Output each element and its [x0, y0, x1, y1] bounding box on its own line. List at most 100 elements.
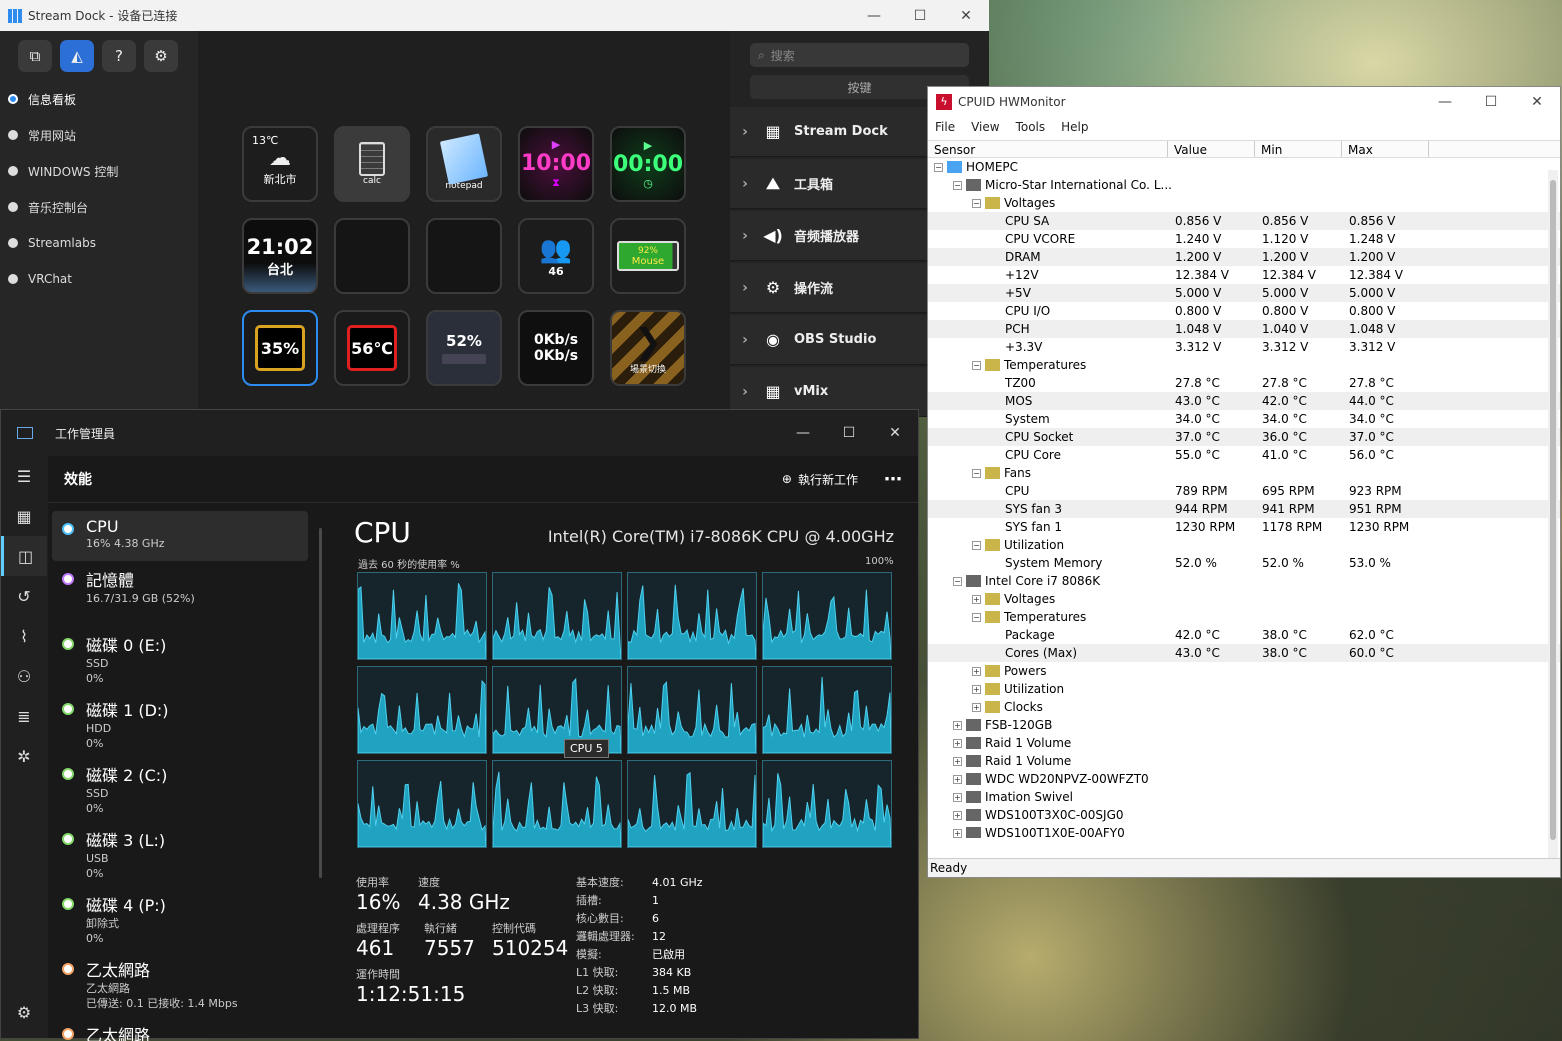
menu-item[interactable]: Tools	[1016, 120, 1046, 134]
expand-icon[interactable]: +	[972, 666, 981, 676]
calc-key[interactable]: calc	[334, 126, 410, 202]
sensor-row[interactable]: SYS fan 1 1230 RPM 1178 RPM 1230 RPM	[928, 518, 1560, 536]
performance-item[interactable]: 記憶體 16.7/31.9 GB (52%)	[52, 561, 308, 626]
performance-item[interactable]: 乙太網路 乙太網路 已傳送: 0.1 已接收: 1.4 Mbps	[52, 951, 308, 1016]
maximize-icon[interactable]: ☐	[897, 8, 943, 24]
sensor-row[interactable]: +3.3V 3.312 V 3.312 V 3.312 V	[928, 338, 1560, 356]
expand-icon[interactable]: +	[953, 810, 962, 820]
col-min[interactable]: Min	[1255, 141, 1342, 157]
col-sensor[interactable]: Sensor	[928, 141, 1168, 157]
timer-green-key[interactable]: ▶ 00:00 ◷	[610, 126, 686, 202]
profile-item[interactable]: Streamlabs	[0, 225, 198, 261]
sensor-row[interactable]: DRAM 1.200 V 1.200 V 1.200 V	[928, 248, 1560, 266]
performance-item[interactable]: 乙太網路乙太網路 3	[52, 1016, 308, 1041]
notepad-key[interactable]: notepad	[426, 126, 502, 202]
maximize-icon[interactable]: ☐	[1468, 94, 1514, 110]
sensor-row[interactable]: MOS 43.0 °C 42.0 °C 44.0 °C	[928, 392, 1560, 410]
device-icon[interactable]: ⧉	[18, 40, 52, 72]
tree-node[interactable]: + WDC WD20NPVZ-00WFZT0	[928, 770, 1560, 788]
discord-key[interactable]: 👥 46	[518, 218, 594, 294]
menu-item[interactable]: View	[971, 120, 999, 134]
timer-pink-key[interactable]: ▶ 10:00 ⧗	[518, 126, 594, 202]
settings-icon[interactable]: ⚙	[144, 40, 178, 72]
close-icon[interactable]: ✕	[943, 8, 989, 24]
close-icon[interactable]: ✕	[872, 425, 918, 441]
processes-icon[interactable]: ▦	[1, 496, 47, 536]
minimize-icon[interactable]: —	[780, 425, 826, 441]
col-value[interactable]: Value	[1168, 141, 1255, 157]
store-icon[interactable]: ◭	[60, 40, 94, 72]
battery-key[interactable]: 92% Mouse	[610, 218, 686, 294]
tree-node[interactable]: − Micro-Star International Co. L...	[928, 176, 1560, 194]
tree-node[interactable]: + Imation Swivel	[928, 788, 1560, 806]
tree-node[interactable]: + Utilization	[928, 680, 1560, 698]
collapse-icon[interactable]: −	[972, 360, 981, 370]
cpu-usage-key[interactable]: 35%	[242, 310, 318, 386]
sensor-row[interactable]: System 34.0 °C 34.0 °C 34.0 °C	[928, 410, 1560, 428]
sensor-row[interactable]: +12V 12.384 V 12.384 V 12.384 V	[928, 266, 1560, 284]
tree-node[interactable]: − Fans	[928, 464, 1560, 482]
tree-node[interactable]: + WDS100T3X0C-00SJG0	[928, 806, 1560, 824]
settings-icon[interactable]: ⚙	[1, 992, 47, 1032]
details-icon[interactable]: ≣	[1, 696, 47, 736]
profile-item[interactable]: 音乐控制台	[0, 189, 198, 225]
profile-item[interactable]: WINDOWS 控制	[0, 153, 198, 189]
expand-icon[interactable]: +	[953, 720, 962, 730]
sensor-row[interactable]: CPU Core 55.0 °C 41.0 °C 56.0 °C	[928, 446, 1560, 464]
collapse-icon[interactable]: −	[972, 540, 981, 550]
profile-item[interactable]: VRChat	[0, 261, 198, 297]
col-max[interactable]: Max	[1342, 141, 1429, 157]
sensor-row[interactable]: +5V 5.000 V 5.000 V 5.000 V	[928, 284, 1560, 302]
tree-node[interactable]: − HOMEPC	[928, 158, 1560, 176]
tree-node[interactable]: − Utilization	[928, 536, 1560, 554]
sensor-row[interactable]: System Memory 52.0 % 52.0 % 53.0 %	[928, 554, 1560, 572]
collapse-icon[interactable]: −	[972, 468, 981, 478]
menu-item[interactable]: File	[935, 120, 955, 134]
network-key[interactable]: 0Kb/s 0Kb/s	[518, 310, 594, 386]
help-icon[interactable]: ?	[102, 40, 136, 72]
profile-item[interactable]: 信息看板	[0, 81, 198, 117]
startup-apps-icon[interactable]: ⌇	[1, 616, 47, 656]
scene-switch-key[interactable]: ❯ 場景切換	[610, 310, 686, 386]
weather-key[interactable]: 13℃ ☁ 新北市	[242, 126, 318, 202]
expand-icon[interactable]: +	[972, 702, 981, 712]
sensor-row[interactable]: CPU Socket 37.0 °C 36.0 °C 37.0 °C	[928, 428, 1560, 446]
hamburger-icon[interactable]: ☰	[1, 456, 47, 496]
performance-item[interactable]: 磁碟 4 (P:) 卸除式 0%	[52, 886, 308, 951]
collapse-icon[interactable]: −	[953, 180, 962, 190]
menu-item[interactable]: Help	[1061, 120, 1088, 134]
empty-key[interactable]	[334, 218, 410, 294]
tree-node[interactable]: + FSB-120GB	[928, 716, 1560, 734]
collapse-icon[interactable]: −	[934, 162, 943, 172]
tree-node[interactable]: − Voltages	[928, 194, 1560, 212]
tree-node[interactable]: + Raid 1 Volume	[928, 752, 1560, 770]
cpu-temp-key[interactable]: 56℃	[334, 310, 410, 386]
collapse-icon[interactable]: −	[972, 612, 981, 622]
close-icon[interactable]: ✕	[1514, 94, 1560, 110]
list-scrollbar[interactable]	[319, 528, 322, 878]
clock-key[interactable]: 21:02 台北	[242, 218, 318, 294]
more-options-icon[interactable]: ⋯	[868, 469, 918, 490]
sensor-row[interactable]: CPU SA 0.856 V 0.856 V 0.856 V	[928, 212, 1560, 230]
profile-item[interactable]: 常用网站	[0, 117, 198, 153]
sensor-row[interactable]: SYS fan 3 944 RPM 941 RPM 951 RPM	[928, 500, 1560, 518]
app-history-icon[interactable]: ↺	[1, 576, 47, 616]
expand-icon[interactable]: +	[953, 756, 962, 766]
collapse-icon[interactable]: −	[953, 576, 962, 586]
collapse-icon[interactable]: −	[972, 198, 981, 208]
sensor-row[interactable]: Cores (Max) 43.0 °C 38.0 °C 60.0 °C	[928, 644, 1560, 662]
performance-item[interactable]: 磁碟 1 (D:) HDD 0%	[52, 691, 308, 756]
tree-node[interactable]: + Raid 1 Volume	[928, 734, 1560, 752]
sensor-row[interactable]: CPU 789 RPM 695 RPM 923 RPM	[928, 482, 1560, 500]
tree-node[interactable]: + Clocks	[928, 698, 1560, 716]
sensor-row[interactable]: Package 42.0 °C 38.0 °C 62.0 °C	[928, 626, 1560, 644]
maximize-icon[interactable]: ☐	[826, 425, 872, 441]
tree-node[interactable]: + WDS100T1X0E-00AFY0	[928, 824, 1560, 838]
sensor-row[interactable]: CPU VCORE 1.240 V 1.120 V 1.248 V	[928, 230, 1560, 248]
sensor-row[interactable]: TZ00 27.8 °C 27.8 °C 27.8 °C	[928, 374, 1560, 392]
expand-icon[interactable]: +	[953, 774, 962, 784]
performance-icon[interactable]: ◫	[1, 536, 47, 576]
minimize-icon[interactable]: —	[1422, 94, 1468, 110]
expand-icon[interactable]: +	[972, 594, 981, 604]
sensor-row[interactable]: PCH 1.048 V 1.040 V 1.048 V	[928, 320, 1560, 338]
